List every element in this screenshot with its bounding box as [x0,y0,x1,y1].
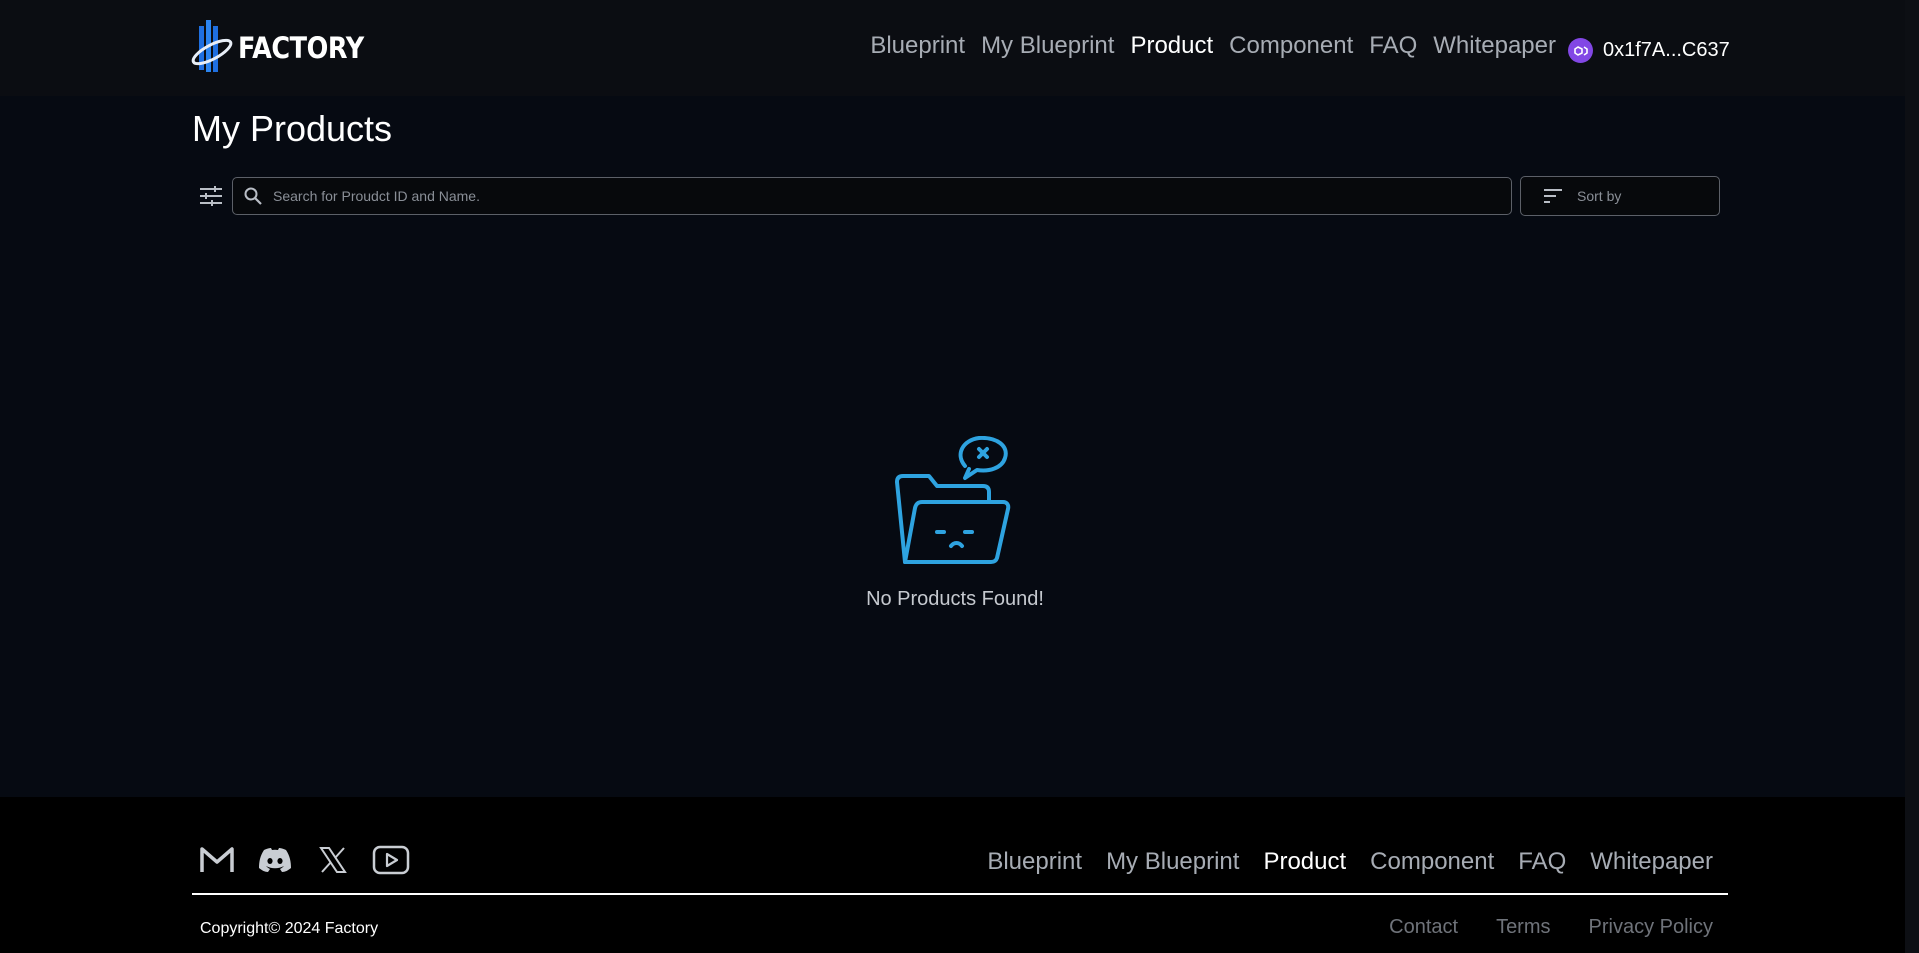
sort-label: Sort by [1577,188,1622,204]
x-icon[interactable] [314,843,352,877]
contact-link[interactable]: Contact [1389,916,1458,939]
privacy-policy-link[interactable]: Privacy Policy [1589,916,1713,939]
search-field[interactable] [232,177,1512,215]
empty-message: No Products Found! [866,588,1044,610]
sliders-icon [200,186,222,206]
nav-blueprint[interactable]: Blueprint [870,32,965,60]
footer-nav-my-blueprint[interactable]: My Blueprint [1106,848,1239,876]
footer-nav-product[interactable]: Product [1263,848,1346,876]
empty-folder-icon [895,436,1011,564]
gmail-icon[interactable] [198,843,236,877]
footer-divider [192,893,1728,895]
wallet-address: 0x1f7A...C637 [1603,39,1730,61]
terms-link[interactable]: Terms [1496,916,1550,939]
header: FACTORY Blueprint My Blueprint Product C… [0,0,1905,96]
polygon-icon [1568,38,1593,63]
scrollbar[interactable] [1905,0,1919,953]
footer-nav-faq[interactable]: FAQ [1518,848,1566,876]
nav-whitepaper[interactable]: Whitepaper [1433,32,1556,60]
social-links [198,843,410,877]
page: FACTORY Blueprint My Blueprint Product C… [0,0,1919,953]
footer-nav-whitepaper[interactable]: Whitepaper [1590,848,1713,876]
factory-logo-icon [191,20,233,72]
footer-nav-blueprint[interactable]: Blueprint [987,848,1082,876]
youtube-icon[interactable] [372,843,410,877]
logo-text: FACTORY [238,31,364,65]
sort-icon [1544,189,1562,203]
search-icon [244,187,262,205]
sort-select[interactable]: Sort by [1520,176,1720,216]
footer-nav: Blueprint My Blueprint Product Component… [987,848,1713,876]
main-nav: Blueprint My Blueprint Product Component… [870,32,1556,60]
footer-nav-component[interactable]: Component [1370,848,1494,876]
copyright: Copyright© 2024 Factory [200,920,379,937]
search-input[interactable] [271,178,1511,214]
filter-button[interactable] [198,183,224,209]
logo[interactable]: FACTORY [190,18,381,78]
nav-product[interactable]: Product [1130,32,1213,60]
legal-links: Contact Terms Privacy Policy [1389,916,1713,939]
nav-component[interactable]: Component [1229,32,1353,60]
empty-state: No Products Found! [860,436,1050,611]
page-title: My Products [192,108,393,149]
wallet-button[interactable]: 0x1f7A...C637 [1568,38,1730,63]
nav-my-blueprint[interactable]: My Blueprint [981,32,1114,60]
nav-faq[interactable]: FAQ [1369,32,1417,60]
discord-icon[interactable] [256,843,294,877]
